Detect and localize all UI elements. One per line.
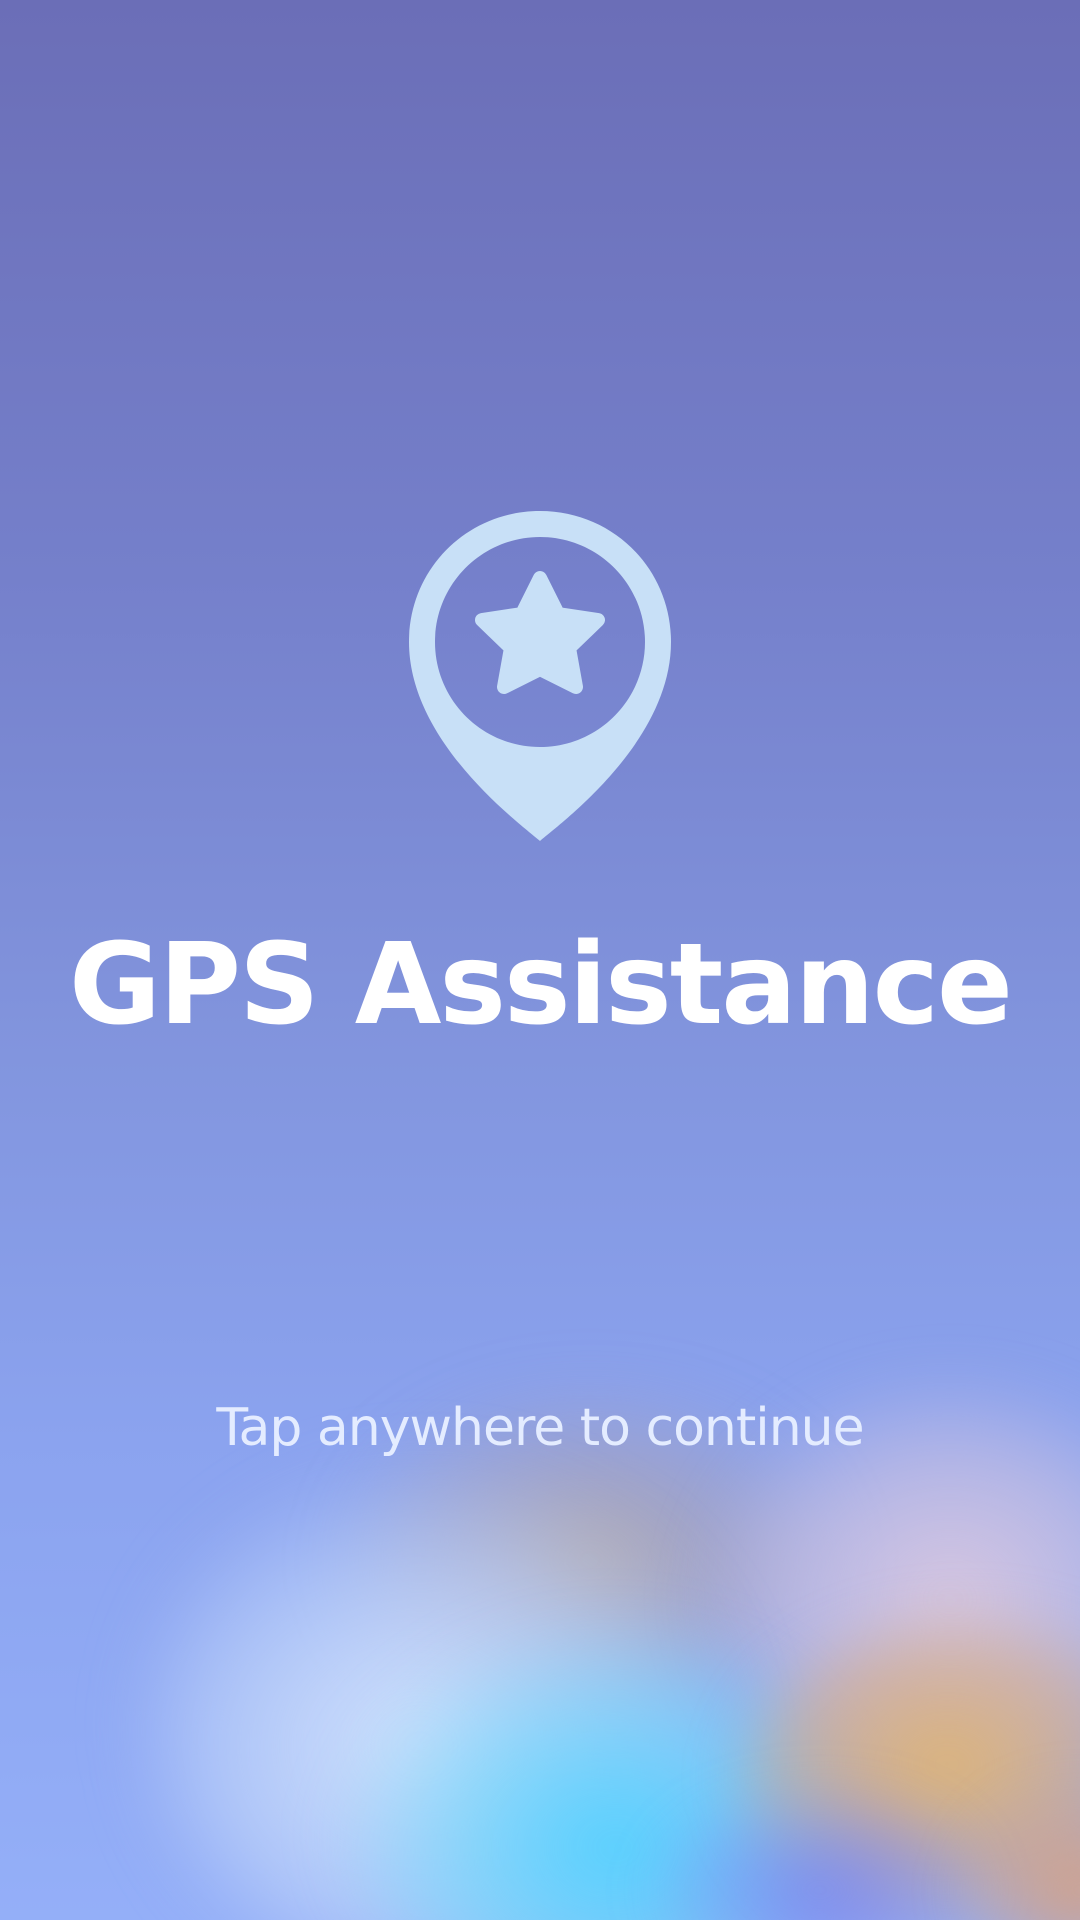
map-pin-star-icon	[409, 511, 671, 841]
splash-screen[interactable]: GPS Assistance Tap anywhere to continue	[0, 0, 1080, 1920]
background-blur-orange	[740, 1620, 1080, 1920]
tap-to-continue-hint: Tap anywhere to continue	[216, 1398, 864, 1458]
background-blur-blue	[640, 1780, 1000, 1920]
background-blur-cyan	[330, 1620, 850, 1920]
background-blur-peach	[950, 1780, 1080, 1920]
background-blur-light	[150, 1460, 750, 1920]
app-title: GPS Assistance	[69, 920, 1013, 1050]
